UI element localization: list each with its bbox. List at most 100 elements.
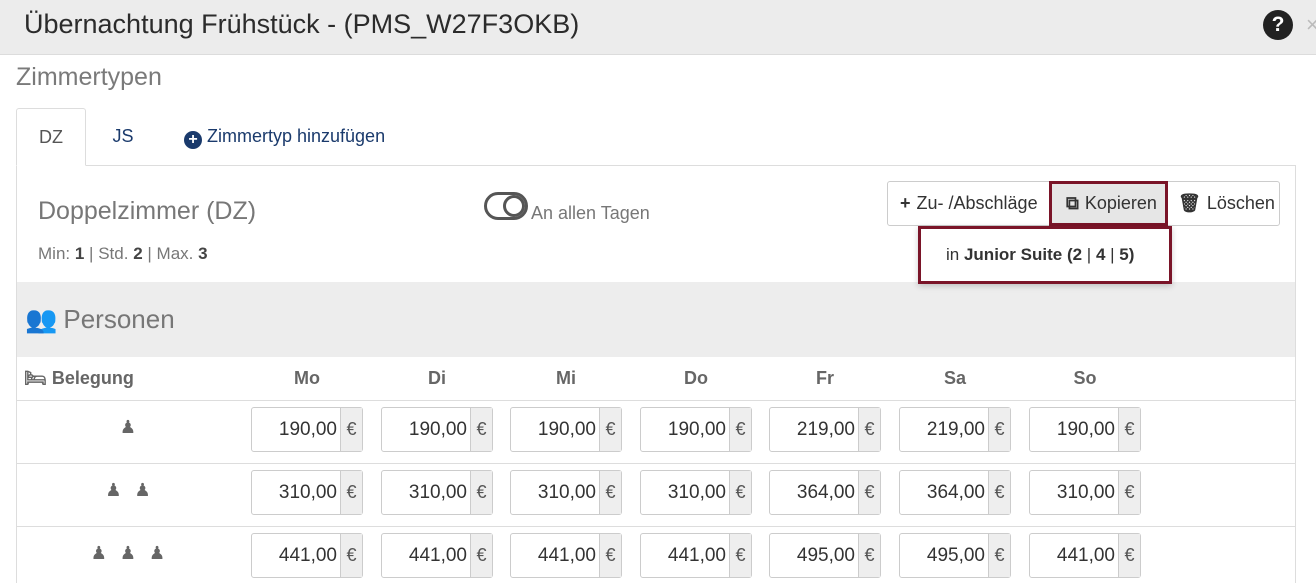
price-input[interactable]: 310,00 €	[1029, 470, 1141, 515]
day-header: Di	[428, 368, 446, 388]
currency-addon: €	[858, 408, 880, 451]
add-room-type-label: Zimmertyp hinzufügen	[207, 126, 386, 146]
price-input[interactable]: 441,00 €	[510, 533, 622, 578]
price-input[interactable]: 190,00 €	[381, 407, 493, 452]
price-input[interactable]: 441,00 €	[381, 533, 493, 578]
add-room-type-button[interactable]: + Zimmertyp hinzufügen	[184, 108, 385, 166]
price-value[interactable]: 219,00	[770, 408, 859, 451]
price-value[interactable]: 441,00	[641, 534, 730, 577]
currency-addon: €	[988, 471, 1010, 514]
toggle-knob	[503, 195, 525, 217]
room-type-tabs: DZ JS + Zimmertyp hinzufügen	[16, 108, 1296, 166]
price-value[interactable]: 190,00	[511, 408, 600, 451]
close-icon[interactable]: ×	[1306, 10, 1316, 40]
price-input[interactable]: 190,00 €	[1029, 407, 1141, 452]
price-value[interactable]: 190,00	[382, 408, 471, 451]
copy-target-menu-item[interactable]: in Junior Suite (2 | 4 | 5)	[918, 226, 1172, 284]
price-input[interactable]: 364,00 €	[899, 470, 1011, 515]
section-title: Zimmertypen	[16, 63, 162, 91]
price-value[interactable]: 310,00	[1030, 471, 1119, 514]
day-header: So	[1073, 368, 1097, 388]
copy-target-min: 2	[1072, 245, 1083, 264]
plus-circle-icon: +	[184, 131, 202, 149]
currency-addon: €	[599, 471, 621, 514]
copy-button[interactable]: ⧉ Kopieren	[1049, 181, 1168, 226]
surcharge-button[interactable]: + Zu- /Abschläge	[887, 181, 1050, 226]
price-input[interactable]: 495,00 €	[899, 533, 1011, 578]
title-bar: Übernachtung Frühstück - (PMS_W27F3OKB) …	[0, 0, 1316, 55]
price-input[interactable]: 190,00 €	[251, 407, 363, 452]
price-value[interactable]: 364,00	[900, 471, 989, 514]
price-value[interactable]: 495,00	[770, 534, 859, 577]
tab-dz[interactable]: DZ	[16, 108, 86, 166]
price-input[interactable]: 495,00 €	[769, 533, 881, 578]
currency-addon: €	[1118, 534, 1140, 577]
price-value[interactable]: 441,00	[252, 534, 341, 577]
price-value[interactable]: 310,00	[511, 471, 600, 514]
currency-addon: €	[340, 534, 362, 577]
price-input[interactable]: 441,00 €	[640, 533, 752, 578]
price-input[interactable]: 364,00 €	[769, 470, 881, 515]
price-value[interactable]: 310,00	[382, 471, 471, 514]
person-occupancy-icon: ♟	[119, 417, 141, 437]
currency-addon: €	[1118, 408, 1140, 451]
copy-target-max: 5	[1119, 245, 1129, 264]
price-value[interactable]: 310,00	[641, 471, 730, 514]
std-value: 2	[133, 244, 143, 263]
window-title: Übernachtung Frühstück - (PMS_W27F3OKB)	[24, 9, 580, 39]
price-input[interactable]: 219,00 €	[769, 407, 881, 452]
row-divider	[17, 526, 1295, 527]
tab-js[interactable]: JS	[98, 108, 148, 166]
price-value[interactable]: 190,00	[641, 408, 730, 451]
room-capacity: Min: 1 | Std. 2 | Max. 3	[38, 244, 208, 263]
trash-icon: 🗑	[1178, 193, 1201, 213]
users-icon: 👥	[25, 304, 58, 334]
currency-addon: €	[729, 471, 751, 514]
room-name: Doppelzimmer (DZ)	[38, 197, 257, 225]
price-input[interactable]: 310,00 €	[640, 470, 752, 515]
price-value[interactable]: 441,00	[511, 534, 600, 577]
price-input[interactable]: 310,00 €	[510, 470, 622, 515]
plus-icon: +	[900, 193, 911, 213]
price-input[interactable]: 310,00 €	[381, 470, 493, 515]
delete-label: Löschen	[1206, 193, 1275, 213]
price-input[interactable]: 190,00 €	[640, 407, 752, 452]
currency-addon: €	[470, 534, 492, 577]
currency-addon: €	[599, 408, 621, 451]
price-input[interactable]: 441,00 €	[1029, 533, 1141, 578]
copy-target-std: 4	[1095, 245, 1106, 264]
max-value: 3	[198, 244, 208, 263]
price-value[interactable]: 364,00	[770, 471, 859, 514]
currency-addon: €	[470, 408, 492, 451]
price-value[interactable]: 310,00	[252, 471, 341, 514]
std-label: Std.	[98, 244, 129, 263]
day-header: Sa	[943, 368, 967, 388]
day-header: Fr	[816, 368, 834, 388]
row-divider	[17, 400, 1295, 401]
persons-header: 👥 Personen	[17, 282, 1295, 357]
price-value[interactable]: 441,00	[382, 534, 471, 577]
price-value[interactable]: 190,00	[1030, 408, 1119, 451]
currency-addon: €	[988, 534, 1010, 577]
row-divider	[17, 463, 1295, 464]
delete-button[interactable]: 🗑 Löschen	[1167, 181, 1280, 226]
price-value[interactable]: 441,00	[1030, 534, 1119, 577]
currency-addon: €	[340, 408, 362, 451]
question-circle-icon[interactable]: ?	[1263, 10, 1293, 40]
currency-addon: €	[729, 408, 751, 451]
price-input[interactable]: 219,00 €	[899, 407, 1011, 452]
price-input[interactable]: 441,00 €	[251, 533, 363, 578]
min-value: 1	[74, 244, 85, 263]
persons-label: Personen	[63, 304, 175, 334]
surcharge-label: Zu- /Abschläge	[916, 193, 1038, 213]
price-value[interactable]: 190,00	[252, 408, 341, 451]
all-days-toggle[interactable]	[484, 192, 528, 220]
currency-addon: €	[729, 534, 751, 577]
price-value[interactable]: 495,00	[900, 534, 989, 577]
bed-icon: 🛏	[24, 368, 47, 388]
price-value[interactable]: 219,00	[900, 408, 989, 451]
currency-addon: €	[470, 471, 492, 514]
price-input[interactable]: 310,00 €	[251, 470, 363, 515]
price-input[interactable]: 190,00 €	[510, 407, 622, 452]
currency-addon: €	[988, 408, 1010, 451]
